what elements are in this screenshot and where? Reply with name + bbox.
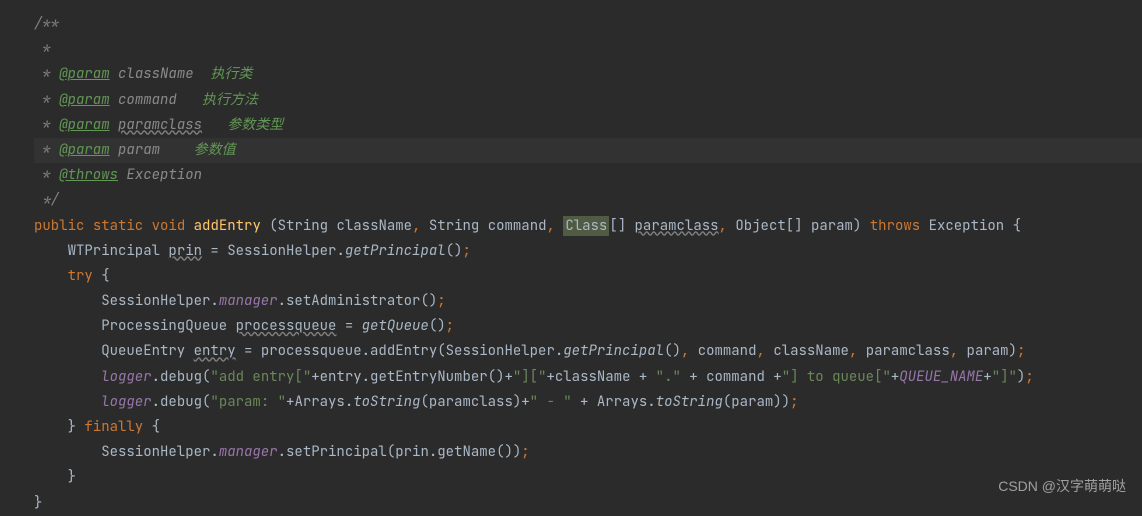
code-line: logger.debug("param: "+Arrays.toString(p… [34, 390, 1142, 415]
code-line: */ [34, 188, 1142, 213]
code-editor[interactable]: /** * * @param className 执行类 * @param co… [0, 12, 1142, 516]
code-line: } [34, 465, 1142, 490]
code-line: SessionHelper.manager.setPrincipal(prin.… [34, 440, 1142, 465]
code-line: ProcessingQueue processqueue = getQueue(… [34, 314, 1142, 339]
code-line: public static void addEntry (String clas… [34, 214, 1142, 239]
code-line: * [34, 37, 1142, 62]
code-line: * @param paramclass 参数类型 [34, 113, 1142, 138]
watermark-label: CSDN @汉字萌萌哒 [998, 474, 1126, 499]
code-line: WTPrincipal prin = SessionHelper.getPrin… [34, 239, 1142, 264]
code-line: QueueEntry entry = processqueue.addEntry… [34, 339, 1142, 364]
code-line: * @param className 执行类 [34, 62, 1142, 87]
code-line: } finally { [34, 415, 1142, 440]
code-line: * @throws Exception [34, 163, 1142, 188]
code-line: try { [34, 264, 1142, 289]
code-line: logger.debug("add entry["+entry.getEntry… [34, 365, 1142, 390]
code-line: SessionHelper.manager.setAdministrator()… [34, 289, 1142, 314]
code-line-active: * @param param 参数值 [34, 138, 1142, 163]
code-line: } [34, 491, 1142, 516]
code-line: * @param command 执行方法 [34, 88, 1142, 113]
code-line: /** [34, 12, 1142, 37]
